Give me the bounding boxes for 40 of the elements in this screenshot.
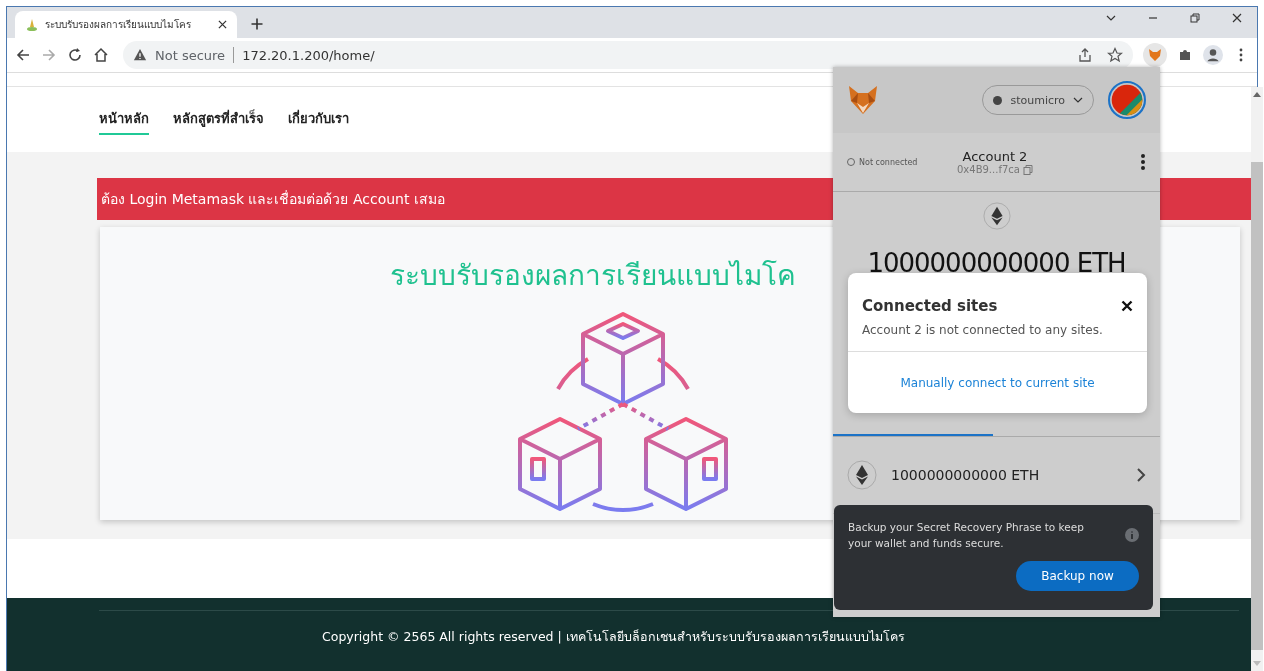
footer-text: Copyright © 2565 All rights reserved | เทคโนโลยีบล็อกเชนสำหรับระบบรับรองผลการเรียนแบบไมโคร	[322, 628, 906, 646]
backup-now-button[interactable]: Backup now	[1016, 561, 1139, 591]
chevron-down-icon	[1073, 95, 1083, 105]
restore-icon[interactable]	[1189, 12, 1201, 24]
ethereum-icon	[982, 202, 1011, 230]
connect-site-link[interactable]: Manually connect to current site	[900, 375, 1095, 390]
reload-icon[interactable]	[67, 47, 83, 63]
close-icon[interactable]	[1231, 12, 1243, 24]
tab-title: ระบบรับรองผลการเรียนแบบไมโคร	[45, 18, 192, 32]
account-name: Account 2	[962, 149, 1028, 164]
nav-link[interactable]: หลักสูตรที่สำเร็จ	[173, 104, 264, 135]
warning-icon	[133, 48, 147, 62]
notification-message: Backup your Secret Recovery Phrase to keep your wallet and funds secure.	[848, 520, 1085, 551]
ethereum-icon	[847, 460, 877, 490]
new-tab-icon[interactable]	[251, 18, 263, 30]
hero-title: ระบบรับรองผลการเรียนแบบไมโค	[390, 258, 796, 294]
info-icon[interactable]	[1125, 528, 1139, 542]
close-icon[interactable]	[218, 20, 227, 29]
copy-icon[interactable]	[1022, 164, 1033, 175]
more-options-icon[interactable]	[1140, 153, 1146, 171]
share-icon[interactable]	[1077, 47, 1093, 63]
back-icon[interactable]	[15, 47, 31, 63]
star-icon[interactable]	[1107, 47, 1123, 63]
nav-link[interactable]: หน้าหลัก	[99, 104, 149, 135]
scrollbar[interactable]	[1251, 87, 1263, 671]
chevron-right-icon	[1136, 467, 1146, 483]
dialog-message: Account 2 is not connected to any sites.	[848, 315, 1147, 352]
address-bar[interactable]: Not secure 172.20.1.200/home/	[123, 41, 1133, 69]
nav-link[interactable]: เกี่ยวกับเรา	[288, 104, 349, 135]
browser-tab[interactable]: ระบบรับรองผลการเรียนแบบไมโคร	[15, 11, 237, 38]
home-icon[interactable]	[93, 47, 109, 63]
close-icon[interactable]	[1121, 300, 1133, 312]
connection-status[interactable]: Not connected	[847, 157, 957, 167]
network-dot-icon	[993, 95, 1003, 105]
fox-logo-icon	[847, 85, 879, 115]
dialog-title: Connected sites	[862, 297, 998, 315]
balance-amount: 1000000000000 ETH	[867, 248, 1126, 278]
account-avatar-icon[interactable]	[1108, 81, 1146, 119]
profile-icon[interactable]	[1203, 45, 1223, 65]
fox-icon[interactable]	[1143, 43, 1167, 67]
